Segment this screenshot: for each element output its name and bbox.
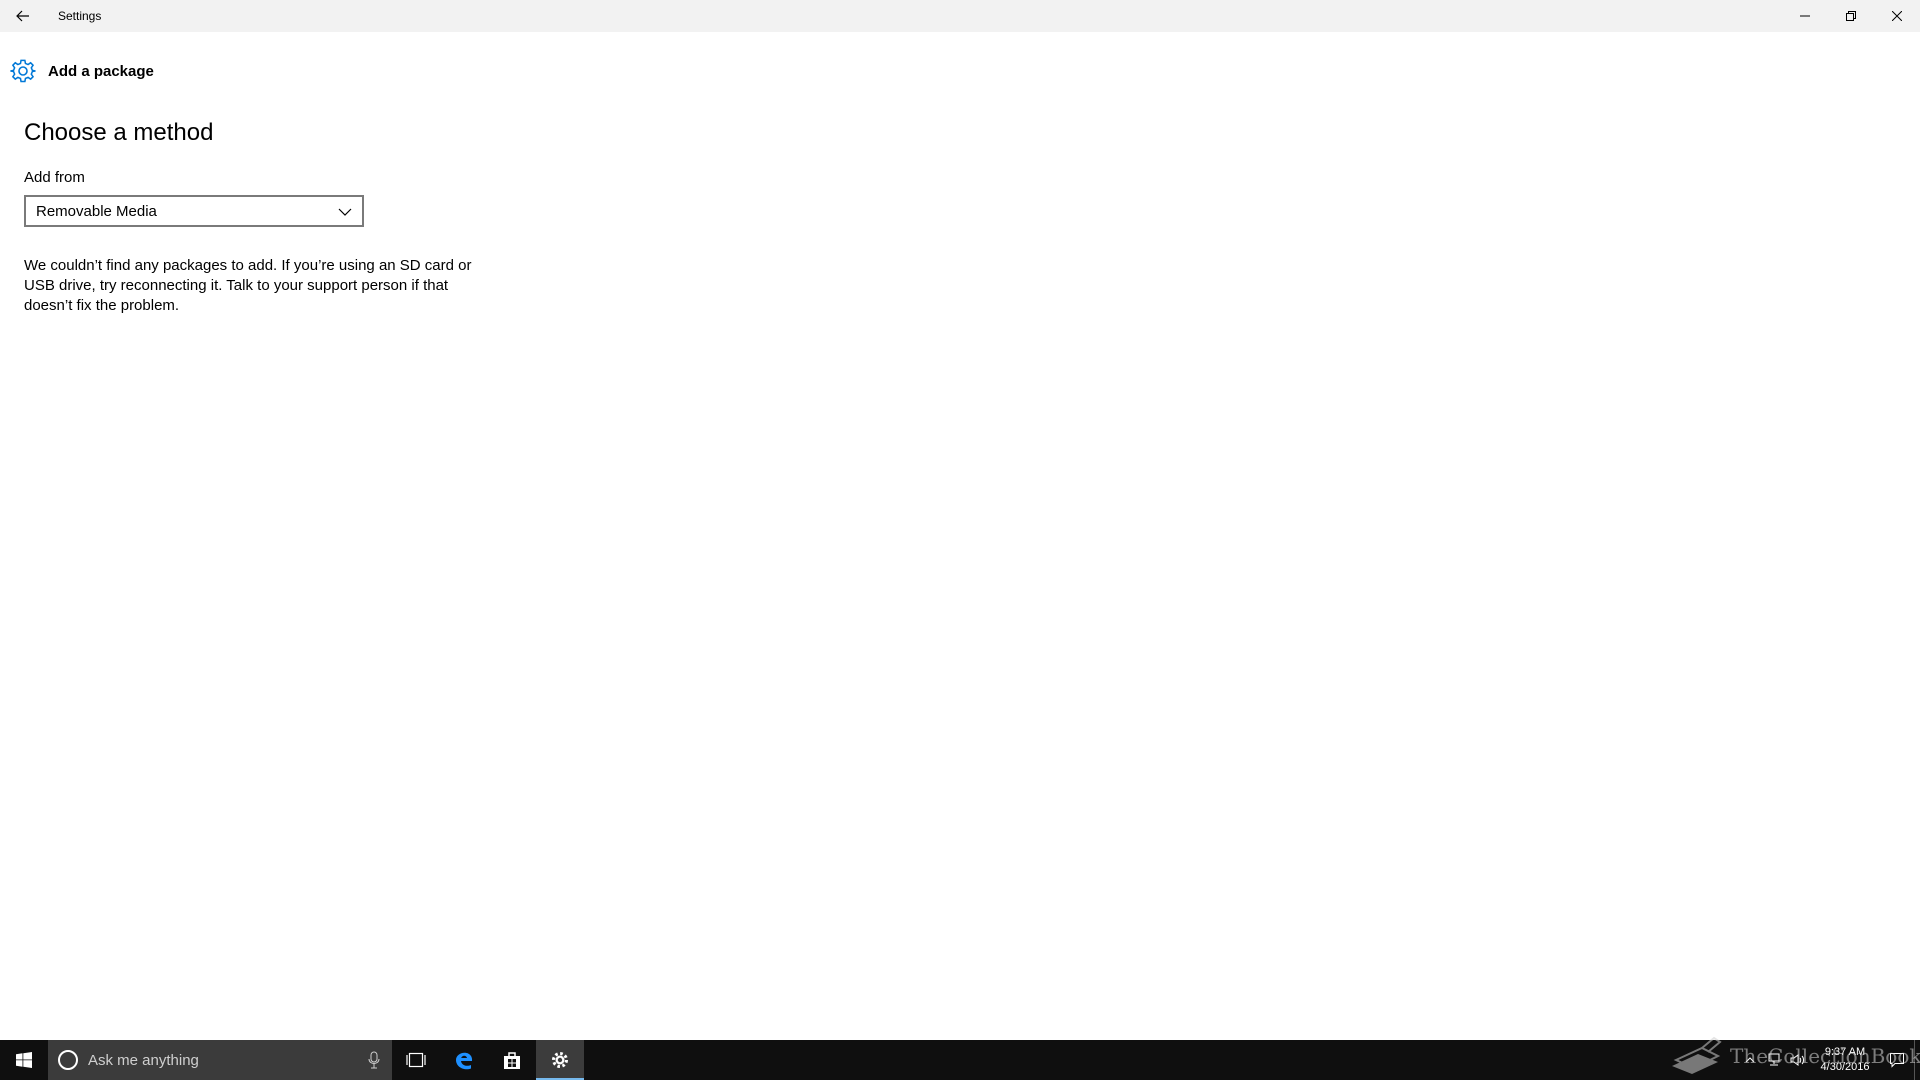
settings-taskbar-button[interactable] [536,1040,584,1080]
section-heading: Choose a method [24,119,214,146]
back-button[interactable] [0,0,46,32]
microphone-icon[interactable] [368,1051,380,1069]
book-logo-icon [1672,1036,1722,1074]
start-button[interactable] [0,1040,48,1080]
search-placeholder: Ask me anything [88,1051,199,1069]
watermark-text: TheCollectionBook [1730,1044,1920,1068]
watermark: TheCollectionBook [1668,1036,1920,1076]
settings-icon [552,1052,568,1068]
window-controls [1782,0,1920,32]
back-arrow-icon [16,10,29,22]
edge-icon [456,1052,473,1070]
add-from-label: Add from [24,169,85,186]
store-icon [504,1052,520,1069]
title-bar: Settings [0,0,1920,32]
add-from-dropdown[interactable]: Removable Media [24,195,364,227]
window-title: Settings [58,9,102,23]
close-button[interactable] [1874,0,1920,32]
windows-logo-icon [16,1052,32,1068]
chevron-down-icon [338,208,352,216]
gear-icon [10,58,36,84]
task-view-icon [406,1052,426,1068]
page-header-title: Add a package [48,62,154,80]
minimize-button[interactable] [1782,0,1828,32]
minimize-icon [1800,15,1810,17]
restore-icon [1846,11,1856,21]
close-icon [1892,11,1902,21]
task-view-button[interactable] [392,1040,440,1080]
taskbar: Ask me anything 9:37 AM 4/30/2016 [0,1040,1920,1080]
no-packages-message: We couldn’t find any packages to add. If… [24,257,472,314]
add-from-selected-value: Removable Media [36,202,157,220]
store-button[interactable] [488,1040,536,1080]
cortana-icon [58,1050,78,1070]
page-header: Add a package [10,58,154,84]
restore-button[interactable] [1828,0,1874,32]
edge-button[interactable] [440,1040,488,1080]
search-box[interactable]: Ask me anything [48,1040,392,1080]
